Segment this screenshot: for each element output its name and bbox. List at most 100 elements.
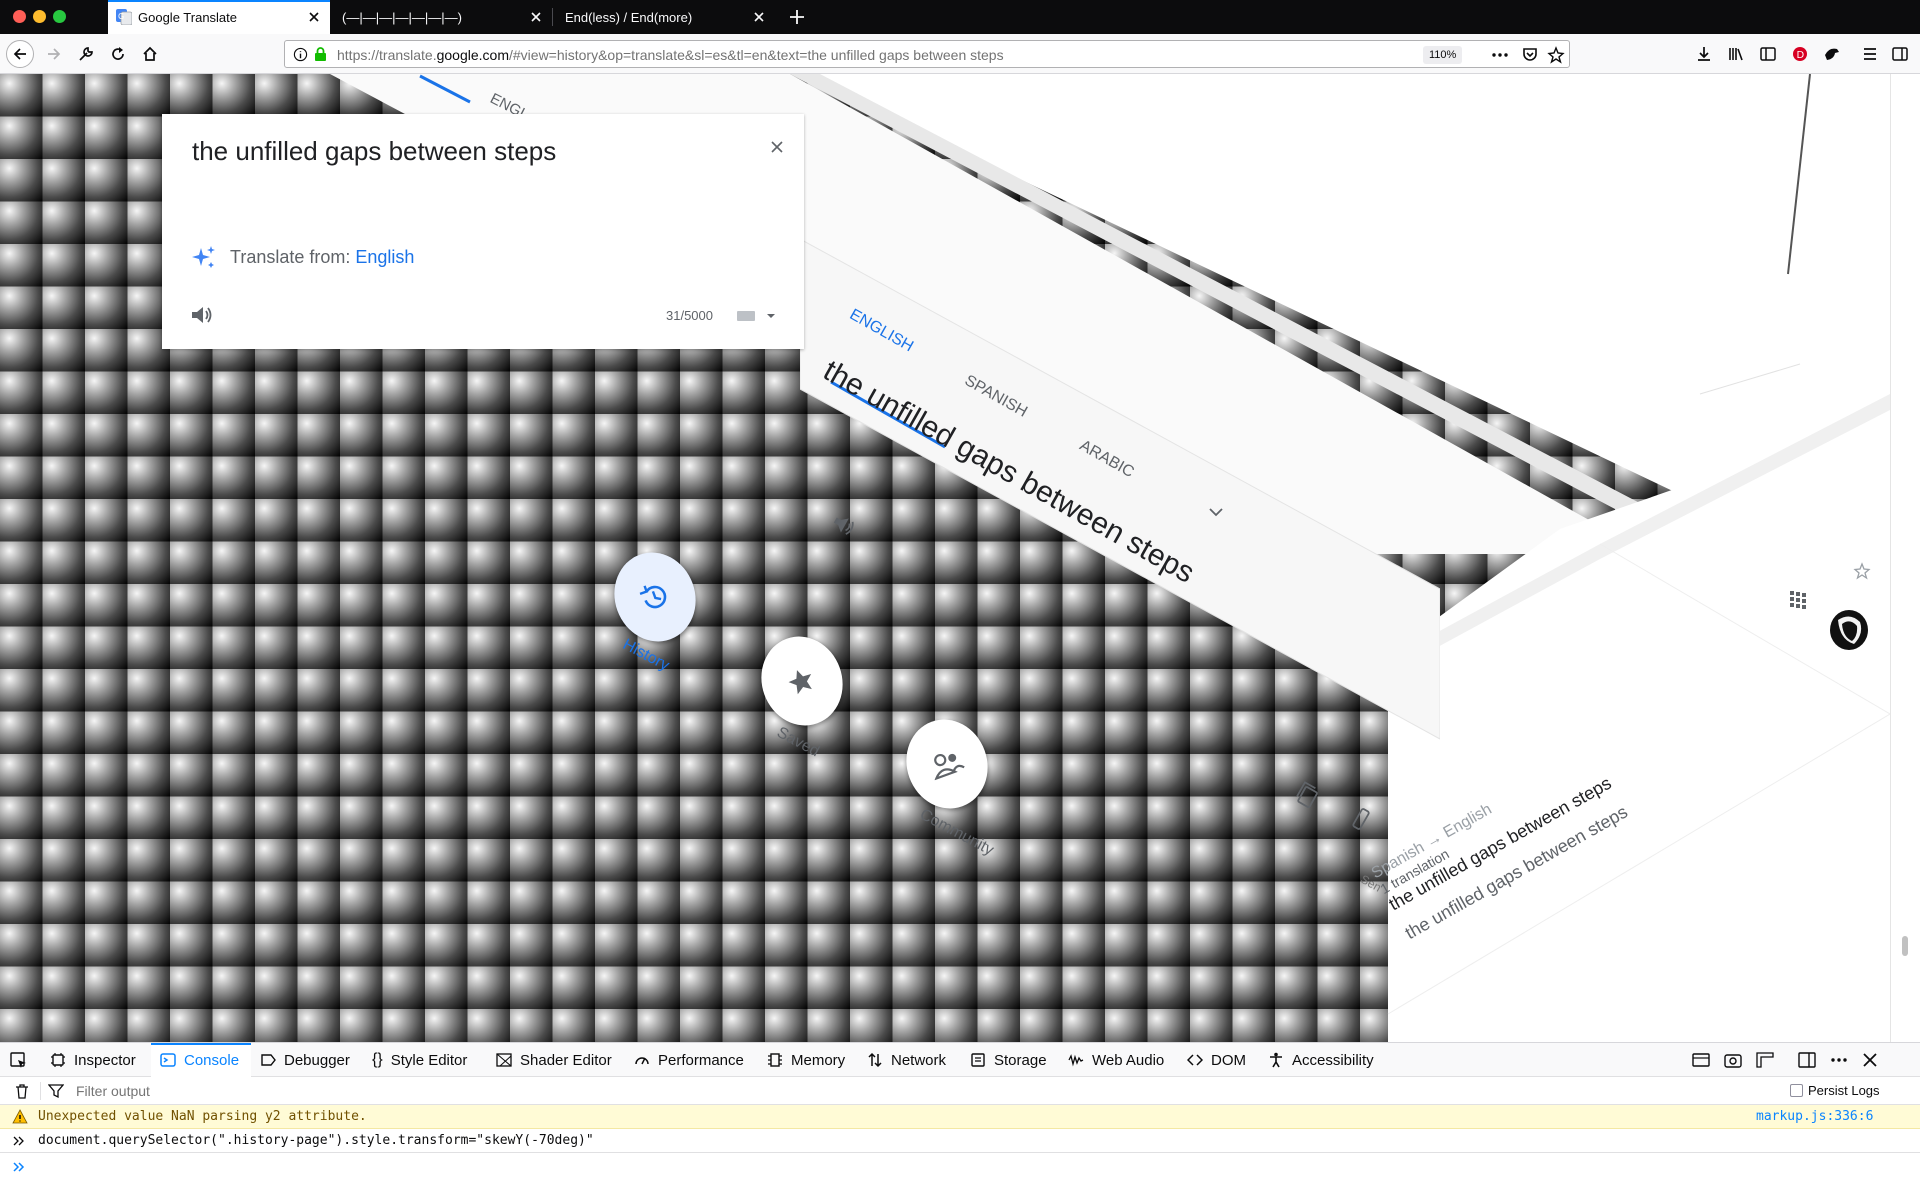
starred-outline-icon[interactable] xyxy=(1853,562,1871,580)
wrench-icon[interactable] xyxy=(72,40,100,68)
home-icon[interactable] xyxy=(136,40,164,68)
devtools-tab-label: Debugger xyxy=(284,1051,350,1069)
persist-logs-checkbox[interactable] xyxy=(1790,1084,1803,1097)
tab-label: End(less) / End(more) xyxy=(565,9,693,25)
devtools-tab-performance[interactable]: Performance xyxy=(634,1043,754,1077)
skewed-top-tab-underline xyxy=(419,74,471,104)
filter-output-input[interactable] xyxy=(76,1080,1376,1102)
devtools-tab-label: Accessibility xyxy=(1292,1051,1374,1069)
bookmark-star-icon[interactable] xyxy=(1547,46,1565,64)
responsive-design-icon[interactable] xyxy=(1692,1052,1710,1068)
console-warning-row[interactable]: Unexpected value NaN parsing y2 attribut… xyxy=(0,1105,1920,1129)
devtools-panel: Inspector Console Debugger {} Style Edit… xyxy=(0,1042,1920,1200)
element-picker-icon[interactable] xyxy=(10,1052,28,1070)
page-scrollbar[interactable] xyxy=(1890,74,1920,1042)
devtools-tab-label: Network xyxy=(891,1051,947,1069)
url-bar[interactable]: https://translate.google.com/#view=histo… xyxy=(284,40,1570,68)
back-arrow-icon[interactable] xyxy=(6,40,34,68)
trash-icon[interactable] xyxy=(14,1083,30,1099)
forward-arrow-icon[interactable] xyxy=(40,40,68,68)
library-icon[interactable] xyxy=(1722,40,1750,68)
star-icon xyxy=(782,662,820,700)
screenshot-icon[interactable] xyxy=(1724,1052,1742,1068)
minimize-window-button[interactable] xyxy=(33,10,46,23)
sidebar-icon[interactable] xyxy=(1754,40,1782,68)
console-icon xyxy=(160,1053,176,1067)
filter-divider xyxy=(40,1082,41,1100)
svg-text:G: G xyxy=(118,12,124,21)
extension-d-icon[interactable]: D xyxy=(1786,40,1814,68)
command-prompt-icon xyxy=(12,1134,26,1148)
shader-icon xyxy=(496,1053,512,1067)
devtools-tab-style-editor[interactable]: {} Style Editor xyxy=(372,1043,482,1077)
avatar[interactable] xyxy=(1830,610,1868,650)
devtools-tab-web-audio[interactable]: Web Audio xyxy=(1068,1043,1173,1077)
sidebar-toggle-icon[interactable] xyxy=(1886,40,1914,68)
downloads-icon[interactable] xyxy=(1690,40,1718,68)
gauge-icon xyxy=(635,1057,649,1065)
rulers-icon[interactable] xyxy=(1756,1052,1774,1068)
devtools-tab-accessibility[interactable]: Accessibility xyxy=(1268,1043,1393,1077)
close-tab-icon[interactable] xyxy=(528,9,544,25)
filter-funnel-icon xyxy=(48,1083,64,1099)
devtools-tab-inspector[interactable]: Inspector xyxy=(50,1043,146,1077)
lock-icon[interactable] xyxy=(313,46,328,62)
console-command-row[interactable]: document.querySelector(".history-page").… xyxy=(0,1129,1920,1153)
url-host: google.com xyxy=(436,47,509,63)
scrollbar-thumb[interactable] xyxy=(1902,936,1908,956)
dock-side-icon[interactable] xyxy=(1798,1052,1816,1068)
devtools-tab-network[interactable]: Network xyxy=(867,1043,957,1077)
devtools-tab-storage[interactable]: Storage xyxy=(970,1043,1055,1077)
devtools-toolbar: Inspector Console Debugger {} Style Edit… xyxy=(0,1043,1920,1077)
sparkle-icon xyxy=(190,244,218,272)
devtools-more-icon[interactable] xyxy=(1830,1052,1848,1068)
url-prefix: https://translate. xyxy=(337,47,437,63)
url-path: /#view=history&op=translate&sl=es&tl=en&… xyxy=(509,47,1004,63)
devtools-tab-dom[interactable]: DOM xyxy=(1187,1043,1252,1077)
source-text-card: the unfilled gaps between steps Translat… xyxy=(162,114,804,349)
zoom-indicator[interactable]: 110% xyxy=(1423,46,1463,64)
close-tab-icon[interactable] xyxy=(751,9,767,25)
input-tools-dropdown-icon[interactable] xyxy=(766,312,776,320)
devtools-tab-memory[interactable]: Memory xyxy=(767,1043,852,1077)
reload-icon[interactable] xyxy=(104,40,132,68)
tab-endless[interactable]: End(less) / End(more) xyxy=(553,0,775,34)
speaker-icon[interactable] xyxy=(190,304,214,326)
hamburger-menu-icon[interactable] xyxy=(1856,40,1884,68)
devtools-tab-console[interactable]: Console xyxy=(151,1043,251,1077)
skewed-chevron-down-icon[interactable] xyxy=(1208,506,1224,518)
page-content: ENGLISH SPANISH ARABIC the unfilled gaps… xyxy=(0,74,1890,1042)
warning-source-link[interactable]: markup.js:336:6 xyxy=(1756,1109,1873,1124)
console-input-row[interactable] xyxy=(0,1153,1920,1181)
tab-dashes[interactable]: (—|—|—|—|—|—|—) xyxy=(330,0,552,34)
devtools-tab-label: Memory xyxy=(791,1051,846,1069)
new-tab-icon[interactable] xyxy=(787,7,807,27)
page-actions-more-icon[interactable] xyxy=(1491,47,1509,63)
extension-bird-icon[interactable] xyxy=(1818,40,1846,68)
zoom-window-button[interactable] xyxy=(53,10,66,23)
detect-language-row[interactable]: Translate from: English xyxy=(230,247,414,268)
close-tab-icon[interactable] xyxy=(306,9,322,25)
persist-logs-label[interactable]: Persist Logs xyxy=(1808,1083,1880,1098)
inspector-icon xyxy=(51,1053,65,1067)
devtools-tab-shader-editor[interactable]: Shader Editor xyxy=(496,1043,621,1077)
source-text-input[interactable]: the unfilled gaps between steps xyxy=(192,136,556,167)
command-text: document.querySelector(".history-page").… xyxy=(38,1133,594,1148)
detected-language-link[interactable]: English xyxy=(355,247,414,267)
devtools-tab-label: DOM xyxy=(1211,1051,1246,1069)
title-bar: G Google Translate (—|—|—|—|—|—|—) End(l… xyxy=(0,0,1920,34)
url-text[interactable]: https://translate.google.com/#view=histo… xyxy=(337,47,1004,63)
close-devtools-icon[interactable] xyxy=(1862,1052,1878,1068)
pocket-icon[interactable] xyxy=(1521,46,1539,64)
clear-text-icon[interactable] xyxy=(770,140,784,154)
apps-grid-icon[interactable] xyxy=(1789,590,1807,610)
keyboard-icon[interactable] xyxy=(736,309,756,323)
info-icon[interactable] xyxy=(293,47,308,62)
devtools-tab-label: Inspector xyxy=(74,1051,136,1069)
memory-chip-icon xyxy=(768,1053,782,1067)
char-count: 31/5000 xyxy=(666,308,713,323)
devtools-tab-label: Console xyxy=(184,1051,240,1069)
tab-google-translate[interactable]: G Google Translate xyxy=(108,0,330,34)
close-window-button[interactable] xyxy=(13,10,26,23)
devtools-tab-debugger[interactable]: Debugger xyxy=(260,1043,360,1077)
